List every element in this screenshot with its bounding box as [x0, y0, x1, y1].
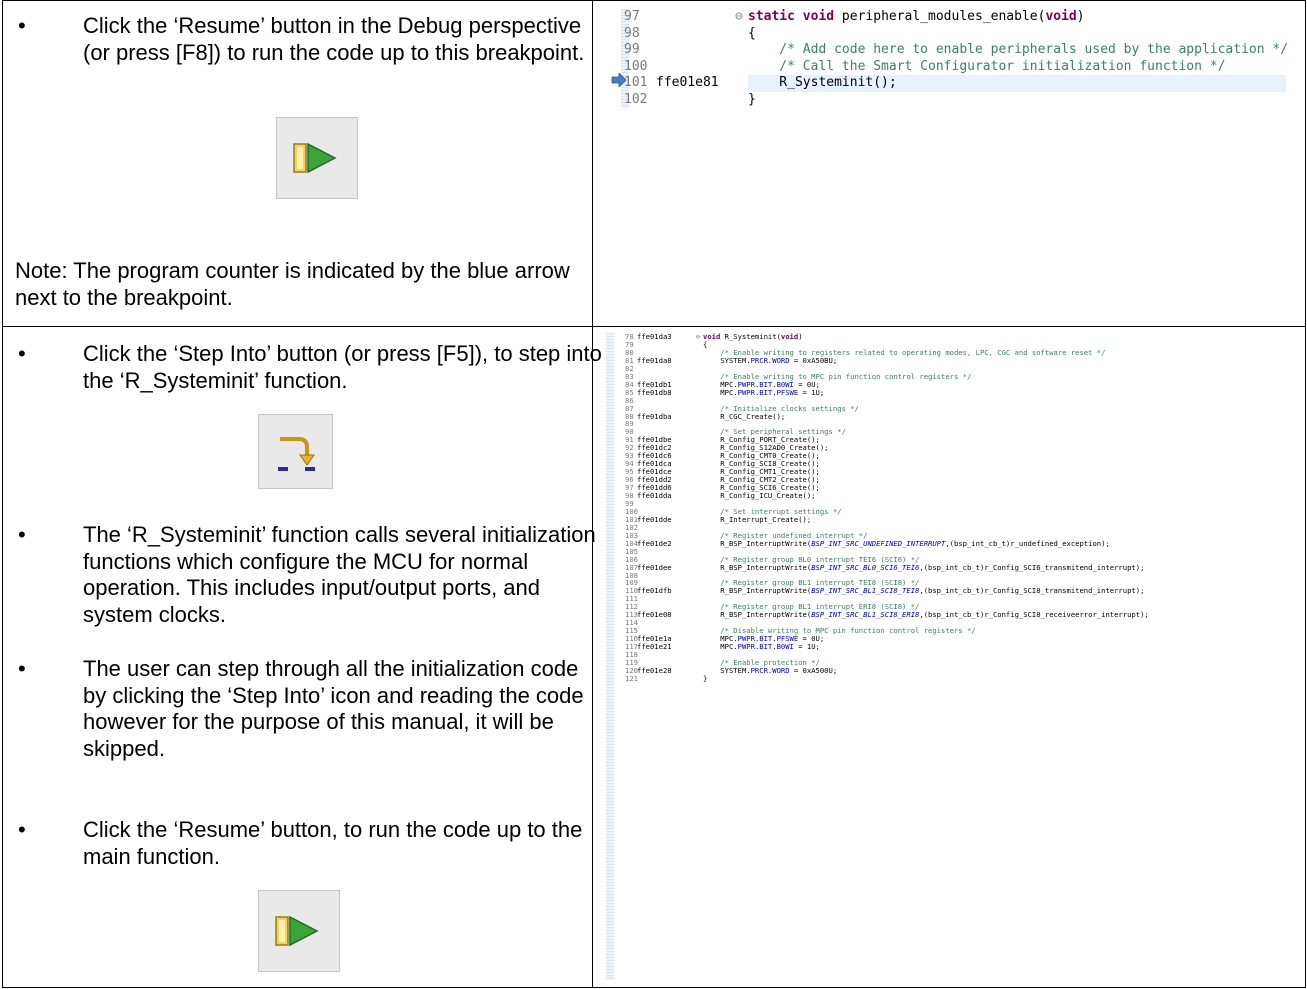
line-address: ffe01dee — [637, 562, 672, 572]
line-address: ffe01da3 — [637, 332, 672, 341]
line-code: } — [748, 91, 756, 107]
step-into-icon — [258, 414, 333, 489]
bullet-text: The ‘R_Systeminit’ function calls severa… — [83, 522, 596, 627]
fold-icon[interactable]: ⊖ — [735, 9, 743, 26]
row-divider — [2, 326, 1306, 327]
line-address: ffe01dda — [637, 491, 672, 500]
program-counter-note: Note: The program counter is indicated b… — [15, 258, 570, 310]
line-address: ffe01da8 — [637, 355, 672, 365]
line-code: R_BSP_InterruptWrite(BSP_INT_SRC_BL1_SCI… — [703, 610, 1149, 620]
line-address: ffe01e81 — [656, 75, 719, 90]
line-code: R_Interrupt_Create(); — [703, 514, 812, 524]
line-number: 100 — [624, 58, 648, 74]
line-code: { — [748, 25, 756, 41]
line-address: ffe01dba — [637, 411, 672, 421]
line-number: 102 — [624, 91, 648, 107]
line-code: void R_Systeminit(void) — [703, 332, 803, 341]
line-address: ffe01db8 — [637, 387, 672, 397]
line-address: ffe01e21 — [637, 642, 672, 652]
line-code: MPC.PWPR.BIT.PFSWE = 1U; — [703, 387, 825, 397]
editor-ruler — [606, 333, 614, 979]
line-address: ffe01de2 — [637, 538, 672, 548]
resume-icon — [258, 890, 340, 972]
line-number: 121 — [625, 673, 638, 683]
line-address: ffe01dde — [637, 514, 672, 524]
line-number: 98 — [624, 25, 640, 41]
line-number: 97 — [624, 9, 640, 24]
bullet-text: Click the ‘Step Into’ button (or press [… — [83, 341, 602, 393]
line-code: R_Systeminit(); — [748, 75, 1286, 92]
line-code: MPC.PWPR.BIT.B0WI = 1U; — [703, 642, 820, 652]
line-code: R_BSP_InterruptWrite(BSP_INT_SRC_BL1_SCI… — [703, 586, 1145, 596]
line-address: ffe01dfb — [637, 586, 672, 596]
line-code: /* Call the Smart Configurator initializ… — [748, 58, 1226, 74]
line-code: SYSTEM.PRCR.WORD = 0xA500U; — [703, 665, 838, 675]
line-code: R_BSP_InterruptWrite(BSP_INT_SRC_BL0_SCI… — [703, 562, 1145, 572]
line-number: 101 — [624, 75, 648, 90]
bullet-text: The user can step through all the initia… — [83, 656, 584, 761]
bullet-text: Click the ‘Resume’ button in the Debug p… — [83, 13, 585, 65]
line-address: ffe01e28 — [637, 665, 672, 675]
line-code: R_CGC_Create(); — [703, 411, 786, 421]
line-code: R_BSP_InterruptWrite(BSP_INT_SRC_UNDEFIN… — [703, 538, 1110, 548]
line-code: static void peripheral_modules_enable(vo… — [748, 9, 1085, 24]
line-code: } — [703, 673, 708, 683]
line-address: ffe01e08 — [637, 610, 672, 620]
fold-icon[interactable]: ⊖ — [696, 333, 700, 341]
line-code: R_Config_ICU_Create(); — [703, 491, 816, 500]
line-code: /* Add code here to enable peripherals u… — [748, 42, 1289, 57]
resume-icon — [276, 117, 358, 199]
line-code: SYSTEM.PRCR.WORD = 0xA50BU; — [703, 355, 838, 365]
line-number: 99 — [624, 42, 640, 57]
bullet-text: Click the ‘Resume’ button, to run the co… — [83, 817, 583, 869]
